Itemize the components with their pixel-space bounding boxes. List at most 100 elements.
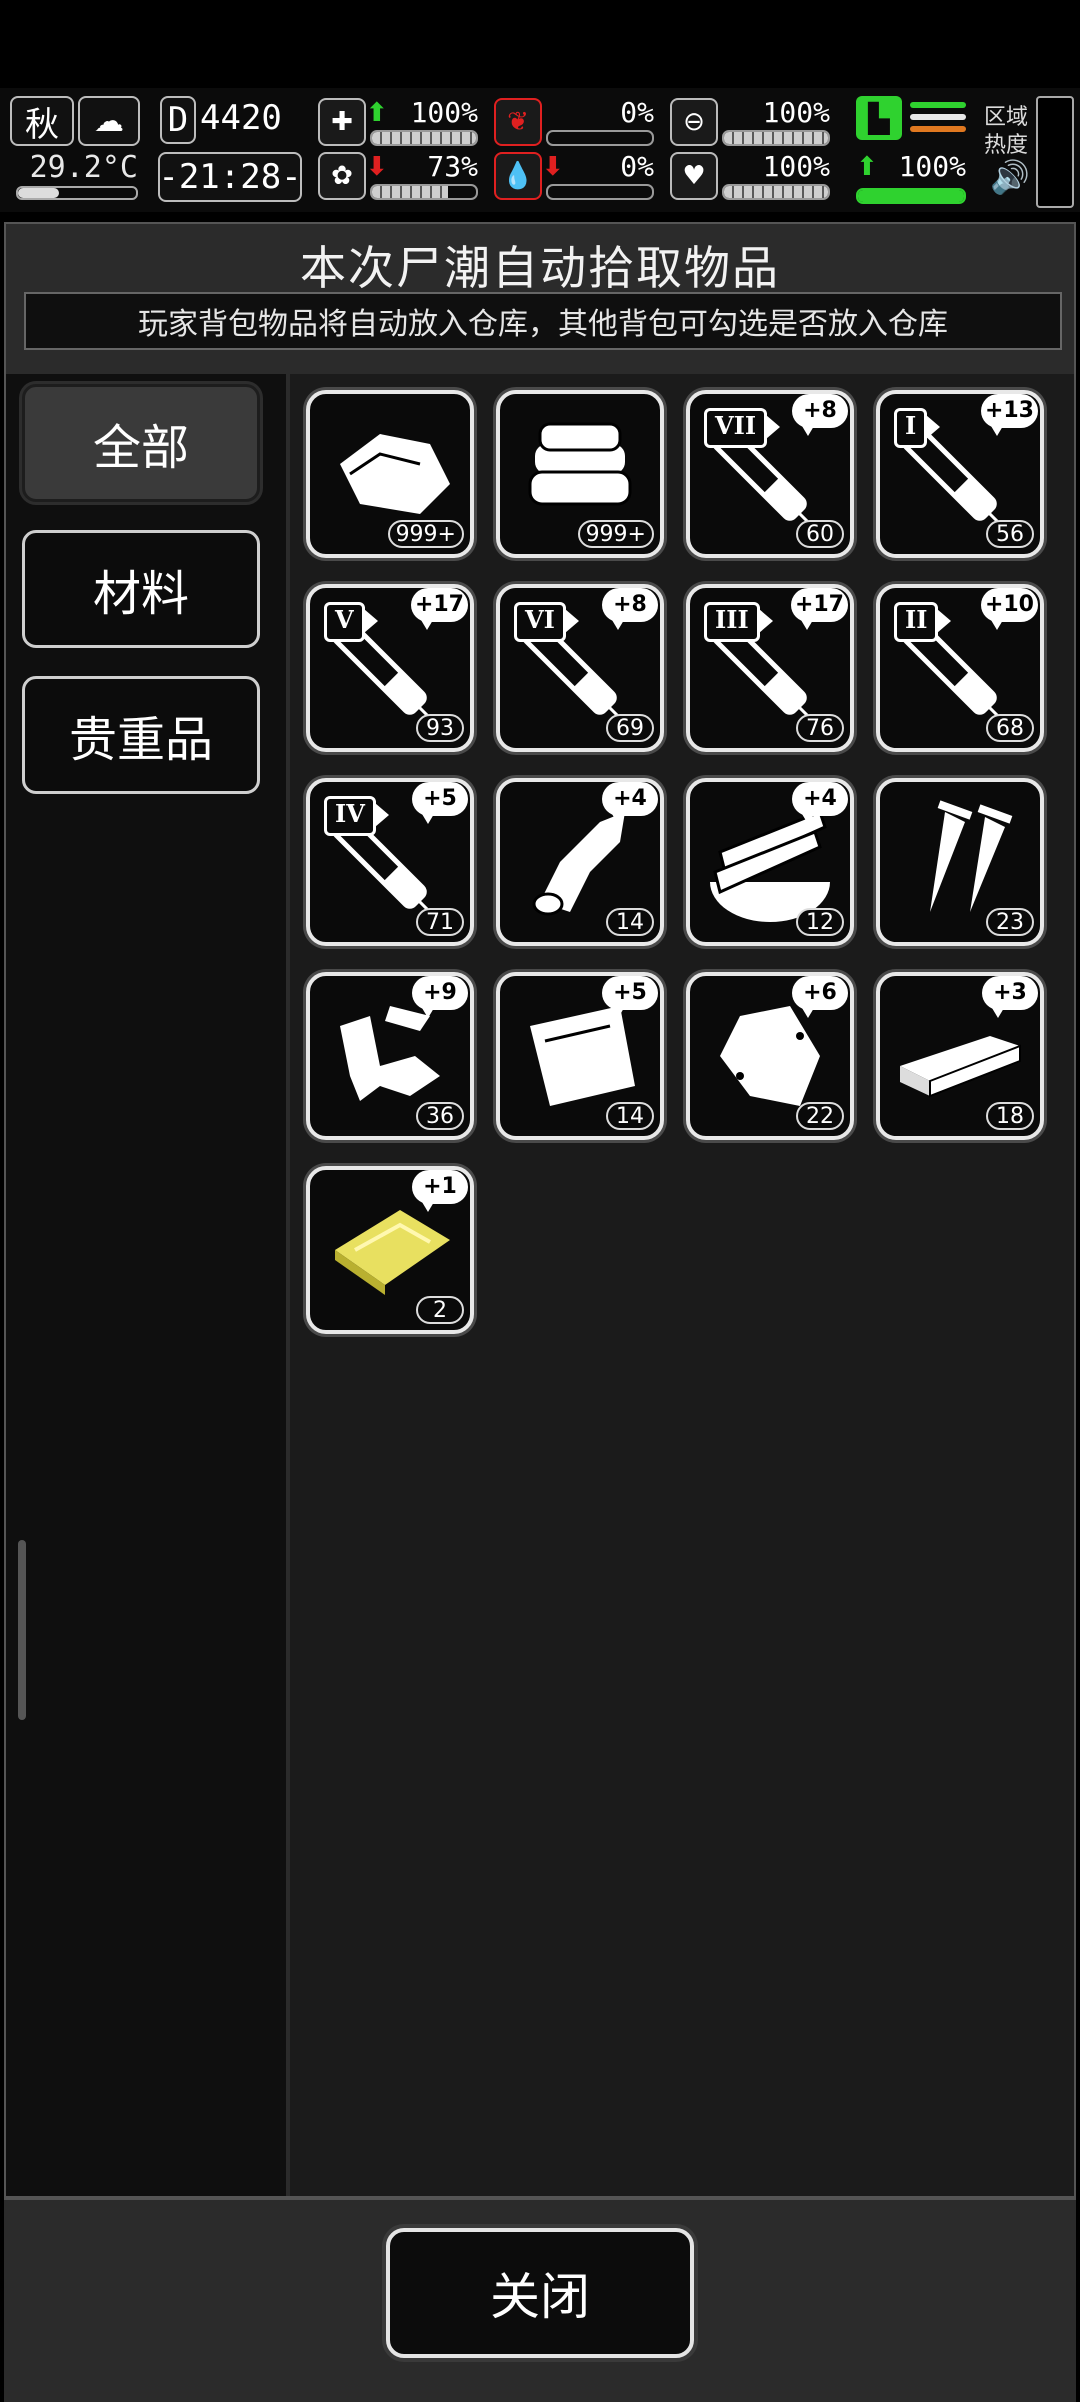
item-slot[interactable]: I +13 56 <box>872 386 1048 562</box>
speaker-icon[interactable]: 🔊 <box>990 158 1030 196</box>
item-count: 76 <box>796 714 844 742</box>
item-count: 60 <box>796 520 844 548</box>
health-meter <box>370 130 478 146</box>
item-slot[interactable]: +3 18 <box>872 968 1048 1144</box>
season-indicator: 秋 <box>10 96 74 146</box>
gain-badge: +6 <box>792 976 848 1018</box>
panel-title: 本次尸潮自动拾取物品 <box>300 241 780 295</box>
item-count: 56 <box>986 520 1034 548</box>
gain-badge: +8 <box>602 588 658 630</box>
item-slot[interactable]: 999+ <box>302 386 478 562</box>
panel-footer: 关闭 <box>4 2198 1076 2402</box>
gain-badge: +1 <box>412 1170 468 1212</box>
gain-badge: +13 <box>980 394 1038 436</box>
health-stat: ✚ ⬆ 100% <box>318 96 478 148</box>
sanity-meter <box>370 184 478 200</box>
day-label: D <box>160 96 196 144</box>
gain-badge: +10 <box>980 588 1038 630</box>
stamina-stripes <box>910 102 966 138</box>
arrow-up-icon: ⬆ <box>856 152 878 182</box>
item-slot[interactable]: 23 <box>872 774 1048 950</box>
category-sidebar: 全部 材料 贵重品 <box>6 374 290 2196</box>
game-clock: -21:28- <box>158 152 302 202</box>
heart-icon: ♥ <box>670 152 718 200</box>
item-count: 68 <box>986 714 1034 742</box>
item-count: 999+ <box>577 520 654 548</box>
gain-badge: +4 <box>792 782 848 824</box>
item-count: 18 <box>986 1102 1034 1130</box>
item-count: 14 <box>606 908 654 936</box>
item-count: 12 <box>796 908 844 936</box>
item-slot[interactable]: IV +5 71 <box>302 774 478 950</box>
season-label: 秋 <box>25 104 59 145</box>
mood-value: 100% <box>762 150 830 183</box>
category-tab-all[interactable]: 全部 <box>22 384 260 502</box>
thirst-stat: 💧 ⬇ 0% <box>494 150 654 202</box>
item-count: 36 <box>416 1102 464 1130</box>
item-slot[interactable]: +4 14 <box>492 774 668 950</box>
medicine-stat: ⊖ 100% <box>670 96 830 148</box>
arrow-up-icon: ⬆ <box>366 98 388 128</box>
thirst-meter <box>546 184 654 200</box>
item-slot[interactable]: +9 36 <box>302 968 478 1144</box>
arrow-down-icon: ⬇ <box>366 152 388 182</box>
item-count: 14 <box>606 1102 654 1130</box>
day-counter: 4420 <box>200 98 282 138</box>
item-slot[interactable]: VII +8 60 <box>682 386 858 562</box>
category-tab-valuables[interactable]: 贵重品 <box>22 676 260 794</box>
item-count: 23 <box>986 908 1034 936</box>
zone-heat-meter <box>1036 96 1074 208</box>
item-slot[interactable]: +5 14 <box>492 968 668 1144</box>
gain-badge: +8 <box>792 394 848 436</box>
hunger-value: 0% <box>620 96 654 129</box>
gain-badge: +17 <box>790 588 848 630</box>
auto-pickup-panel: 本次尸潮自动拾取物品 玩家背包物品将自动放入仓库，其他背包可勾选是否放入仓库 全… <box>4 222 1076 2198</box>
sanity-value: 73% <box>427 150 478 183</box>
category-tab-materials[interactable]: 材料 <box>22 530 260 648</box>
scrollbar[interactable] <box>18 1540 26 1720</box>
item-count: 93 <box>416 714 464 742</box>
tier-badge: I <box>894 408 941 448</box>
hunger-stat: ❦ 0% <box>494 96 654 148</box>
item-slot[interactable]: II +10 68 <box>872 580 1048 756</box>
item-count: 69 <box>606 714 654 742</box>
item-slot[interactable]: III +17 76 <box>682 580 858 756</box>
panel-subtitle: 玩家背包物品将自动放入仓库，其他背包可勾选是否放入仓库 <box>24 292 1062 350</box>
gain-badge: +4 <box>602 782 658 824</box>
pill-icon: ⊖ <box>670 98 718 146</box>
item-slot[interactable]: VI +8 69 <box>492 580 668 756</box>
item-slot[interactable]: +1 2 <box>302 1162 478 1338</box>
tier-badge: VII <box>704 408 781 448</box>
temperature-value: 29.2°C <box>29 150 138 185</box>
gain-badge: +9 <box>412 976 468 1018</box>
item-count: 22 <box>796 1102 844 1130</box>
blood-drop-icon: 💧 <box>494 152 542 200</box>
mood-meter <box>722 184 830 200</box>
stamina-meter <box>856 188 966 204</box>
item-slot[interactable]: +4 12 <box>682 774 858 950</box>
temperature-readout: 29.2°C <box>10 150 138 204</box>
item-slot[interactable]: V +17 93 <box>302 580 478 756</box>
gain-badge: +5 <box>602 976 658 1018</box>
temperature-bar <box>16 186 138 200</box>
item-slot[interactable]: 999+ <box>492 386 668 562</box>
item-slot[interactable]: +6 22 <box>682 968 858 1144</box>
stomach-icon: ❦ <box>494 98 542 146</box>
tier-badge: II <box>894 602 953 642</box>
boot-icon: ▙ <box>856 96 902 140</box>
close-button[interactable]: 关闭 <box>386 2228 694 2358</box>
item-grid: 999+ 999+ VII +8 60 I +13 56 V +17 93 VI +8 69 III +17 7… <box>290 374 1074 2196</box>
status-hud: 秋 ☁ 29.2°C D 4420 -21:28- ✚ ⬆ 100% ❦ 0% … <box>0 88 1080 212</box>
item-count: 71 <box>416 908 464 936</box>
item-count: 999+ <box>387 520 464 548</box>
tier-badge: IV <box>324 796 389 836</box>
brain-icon: ✿ <box>318 152 366 200</box>
medicine-meter <box>722 130 830 146</box>
gain-badge: +5 <box>412 782 468 824</box>
medkit-icon: ✚ <box>318 98 366 146</box>
weather-cloudy-night-icon: ☁ <box>78 96 140 146</box>
zone-heat-label: 区域 热度 <box>984 105 1029 158</box>
tier-badge: III <box>704 602 773 642</box>
tier-badge: VI <box>514 602 579 642</box>
sanity-stat: ✿ ⬇ 73% <box>318 150 478 202</box>
